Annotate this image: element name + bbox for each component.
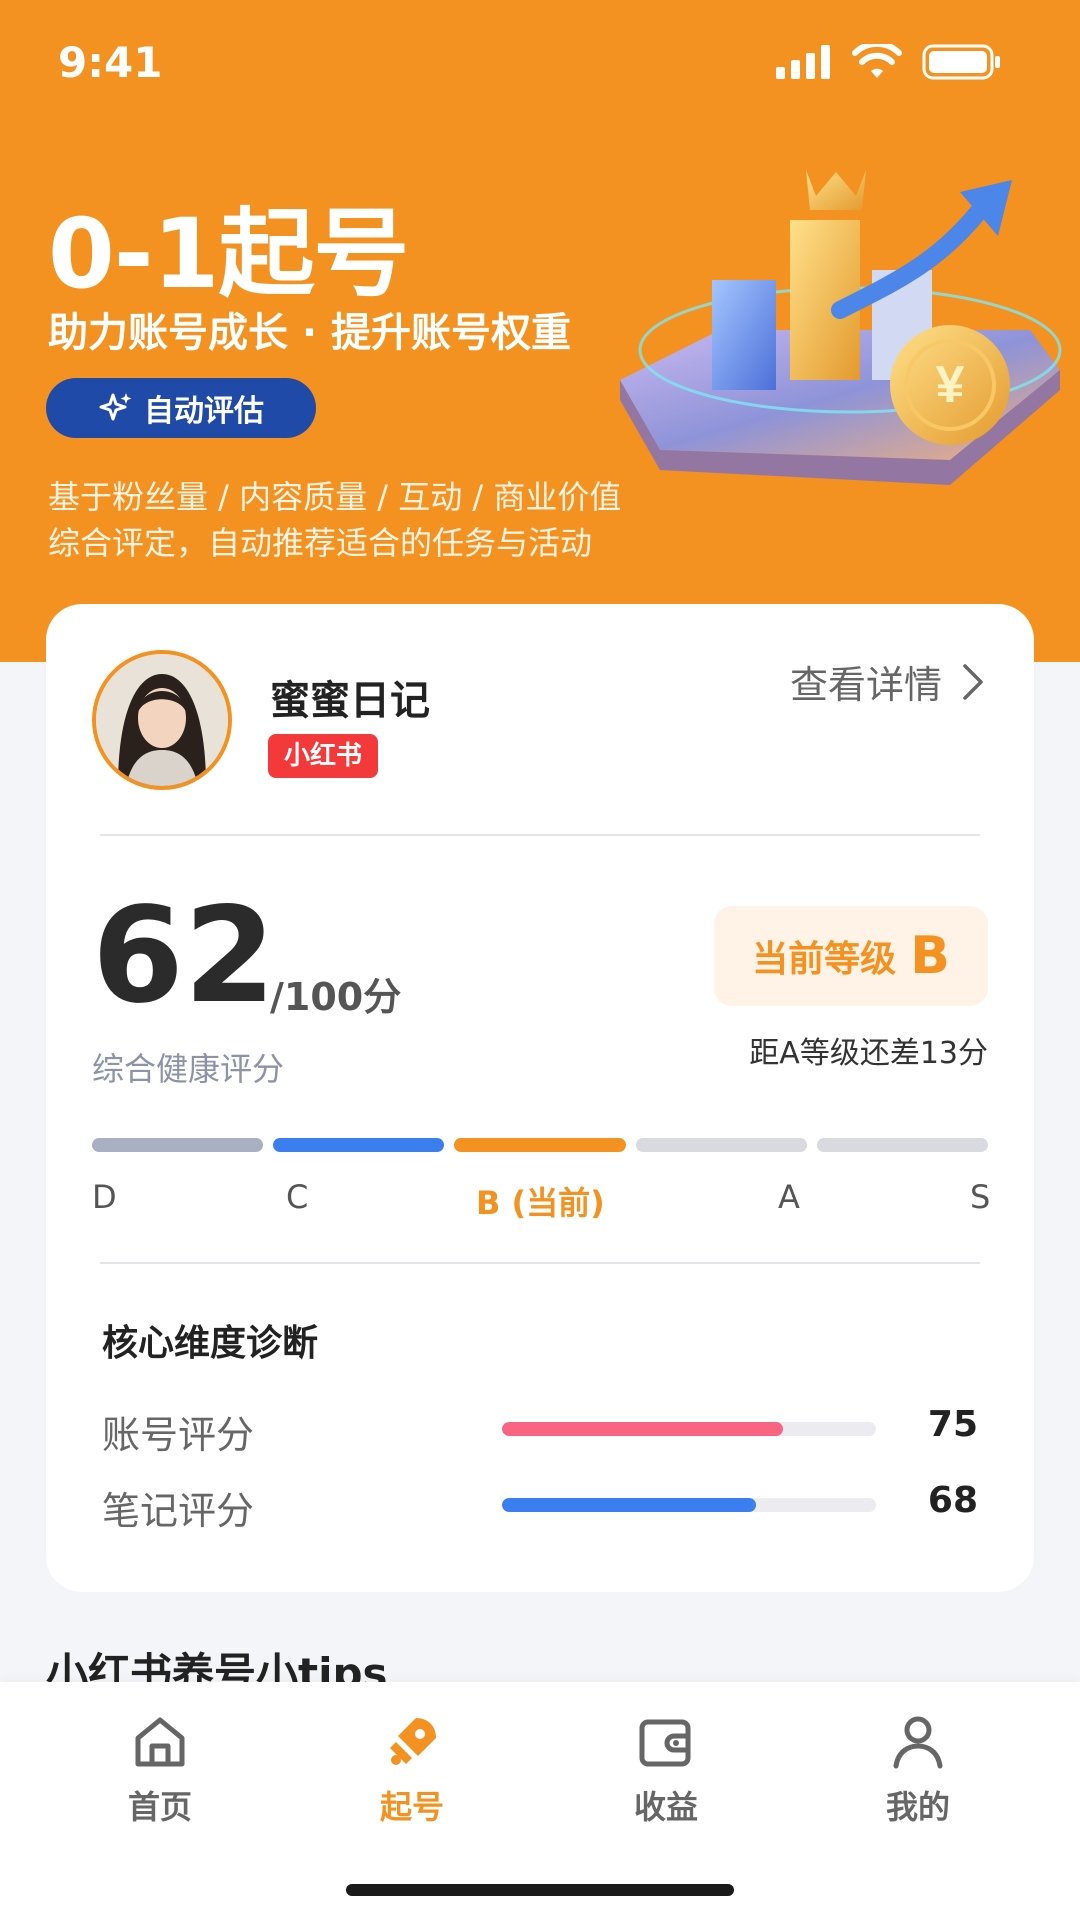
divider	[100, 834, 980, 836]
currency-symbol: ¥	[936, 356, 965, 414]
tab-label: 收益	[633, 1788, 698, 1826]
grade-label-d: D	[92, 1178, 117, 1216]
home-indicator	[346, 1884, 734, 1896]
sparkle-icon	[99, 393, 132, 421]
grade-label-b-current: B (当前)	[476, 1184, 605, 1222]
auto-evaluate-label: 自动评估	[144, 394, 264, 429]
grade-segment	[454, 1138, 626, 1152]
wallet-icon	[639, 1719, 691, 1767]
header-banner: 9:41 0-1起号 助力账号成长 · 提升账号权重 自动评估 基于粉丝量 / …	[0, 0, 1080, 662]
diagnosis-value: 75	[927, 1404, 978, 1445]
tab-label: 首页	[127, 1788, 192, 1826]
tab-mine[interactable]: 我的	[848, 1712, 988, 1832]
grade-label-c: C	[286, 1178, 309, 1216]
chevron-right-icon	[963, 663, 983, 700]
diagnosis-name: 账号评分	[102, 1413, 255, 1457]
divider	[100, 1262, 980, 1264]
avatar[interactable]	[92, 650, 232, 790]
grade-label-s: S	[970, 1178, 991, 1216]
page-title: 0-1起号	[48, 198, 409, 310]
hero-description: 基于粉丝量 / 内容质量 / 互动 / 商业价值 综合评定，自动推荐适合的任务与…	[48, 474, 621, 566]
diagnosis-bar-fill	[502, 1498, 757, 1512]
tab-label: 我的	[885, 1788, 950, 1826]
hero-desc-line-2: 综合评定，自动推荐适合的任务与活动	[48, 524, 593, 562]
current-level-label: 当前等级	[752, 939, 897, 980]
growth-chart-illustration: ¥	[620, 170, 1062, 485]
account-name: 蜜蜜日记	[270, 678, 430, 724]
current-level-box: 当前等级 B	[714, 906, 988, 1006]
grade-segment	[635, 1138, 807, 1152]
hero-desc-line-1: 基于粉丝量 / 内容质量 / 互动 / 商业价值	[48, 478, 622, 516]
signal-icon	[776, 45, 830, 79]
current-level-value: B	[910, 926, 950, 986]
status-icons	[776, 44, 1002, 80]
health-score-max: /100分	[270, 975, 402, 1019]
grade-labels: D C B (当前) A S	[92, 1178, 991, 1222]
diagnosis-name: 笔记评分	[102, 1489, 255, 1533]
battery-icon	[922, 44, 1000, 80]
user-icon	[893, 1716, 943, 1769]
diagnosis-row-account: 账号评分 75	[102, 1404, 978, 1457]
diagnosis-bar-fill	[502, 1422, 783, 1436]
page-subtitle: 助力账号成长 · 提升账号权重	[48, 310, 572, 356]
grade-progress-bar	[92, 1138, 989, 1152]
grade-label-a: A	[778, 1178, 800, 1216]
diagnosis-bar-track	[502, 1422, 876, 1436]
avatar-image	[96, 654, 228, 786]
grade-segment	[816, 1138, 989, 1152]
view-details-link[interactable]: 查看详情	[790, 654, 984, 709]
level-gap-text: 距A等级还差13分	[749, 1036, 988, 1071]
home-icon	[135, 1717, 185, 1767]
grade-segment	[92, 1138, 264, 1152]
status-bar: 9:41	[0, 0, 1080, 130]
status-time: 9:41	[58, 38, 163, 87]
tab-earnings[interactable]: 收益	[596, 1712, 736, 1832]
health-score-label: 综合健康评分	[92, 1050, 285, 1088]
wifi-icon	[852, 44, 902, 78]
platform-tag: 小红书	[268, 734, 379, 778]
tab-home[interactable]: 首页	[90, 1712, 230, 1832]
grade-segment	[273, 1138, 445, 1152]
view-details-label: 查看详情	[789, 663, 942, 707]
diagnosis-title: 核心维度诊断	[102, 1323, 319, 1364]
diagnosis-value: 68	[927, 1480, 978, 1521]
tab-label: 起号	[379, 1788, 444, 1826]
rocket-icon	[390, 1718, 436, 1765]
auto-evaluate-badge[interactable]: 自动评估	[46, 378, 316, 438]
diagnosis-row-notes: 笔记评分 68	[102, 1480, 978, 1533]
health-score-value: 62	[92, 879, 276, 1033]
account-health-card: 蜜蜜日记 小红书 查看详情 62 /100分 综合健康评分 当前等级 B 距A等…	[46, 604, 1034, 1592]
diagnosis-bar-track	[502, 1498, 876, 1512]
tab-qihao[interactable]: 起号	[342, 1712, 482, 1832]
